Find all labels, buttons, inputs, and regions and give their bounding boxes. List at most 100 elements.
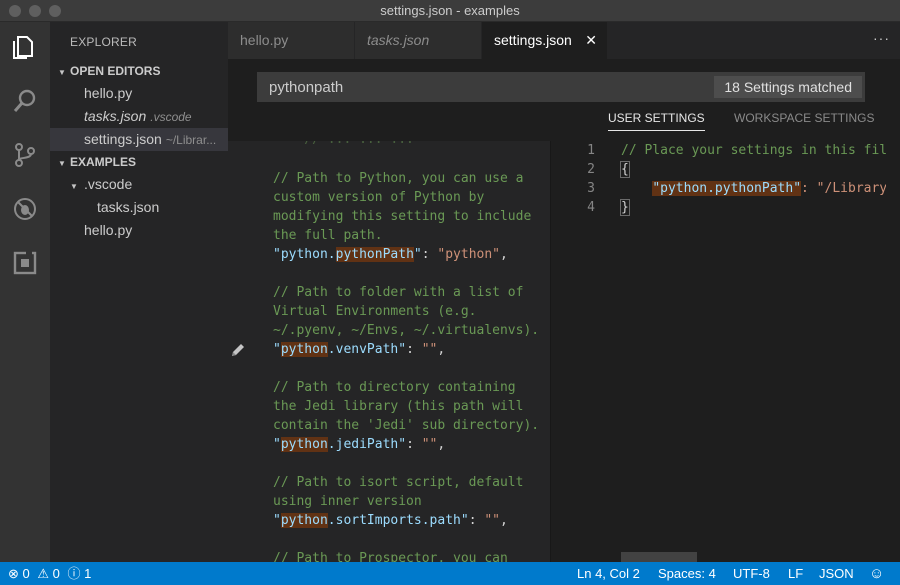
vertical-scrollbar[interactable] xyxy=(886,141,900,562)
folder-name: .vscode xyxy=(84,176,133,192)
close-icon[interactable]: ✕ xyxy=(585,22,597,59)
open-editor-name: tasks.json xyxy=(84,108,147,124)
tab-user-settings[interactable]: USER SETTINGS xyxy=(608,111,705,131)
settings-match-count: 18 Settings matched xyxy=(714,76,862,98)
error-icon: ⊗ xyxy=(8,566,19,581)
comment-line: // Path to isort script, default xyxy=(273,475,524,490)
edit-pencil-icon[interactable] xyxy=(230,342,246,361)
setting-value: "python" xyxy=(437,247,501,262)
comment-line-partial: // Path to Prospector, you can xyxy=(273,551,508,562)
info-count: 1 xyxy=(84,566,92,581)
encoding[interactable]: UTF-8 xyxy=(733,562,770,585)
files-icon[interactable] xyxy=(0,22,50,72)
comment-line: the full path. xyxy=(273,228,383,243)
chevron-down-icon: ▼ xyxy=(70,182,78,191)
brace: } xyxy=(620,199,630,216)
comment-line: // Path to directory containing xyxy=(273,380,516,395)
status-bar: ⊗ 0 ⚠ 0 ⓘ 1 Ln 4, Col 2 Spaces: 4 UTF-8 … xyxy=(0,562,900,585)
language-mode[interactable]: JSON xyxy=(819,562,854,585)
tab-label: tasks.json xyxy=(367,32,430,48)
comment-line: ~/.pyenv, ~/Envs, ~/.virtualenvs). xyxy=(273,323,540,338)
line-number: 4 xyxy=(587,200,595,215)
settings-editor: pythonpath 18 Settings matched USER SETT… xyxy=(228,59,900,562)
explorer-header: EXPLORER xyxy=(70,35,137,49)
setting-python-venvpath[interactable]: "python.venvPath": "", xyxy=(273,340,445,359)
indentation[interactable]: Spaces: 4 xyxy=(658,562,716,585)
setting-key-match: python xyxy=(280,437,328,452)
title-bar: settings.json - examples xyxy=(0,0,900,22)
tab-tasks-json[interactable]: tasks.json xyxy=(355,22,482,59)
setting-key: .sortImports.path xyxy=(327,513,461,528)
setting-python-jedipath[interactable]: "python.jediPath": "", xyxy=(273,435,445,454)
warning-count: 0 xyxy=(52,566,60,581)
tab-settings-json[interactable]: settings.json ✕ xyxy=(482,22,608,59)
warning-icon: ⚠ xyxy=(37,566,50,581)
settings-search-input[interactable]: pythonpath 18 Settings matched xyxy=(257,72,865,102)
open-editor-hello-py[interactable]: hello.py xyxy=(50,82,228,105)
comment-line: using inner version xyxy=(273,494,422,509)
user-settings-pane[interactable]: 1 2 3 4 // Place your settings in this f… xyxy=(550,141,900,562)
user-setting-line: "python.pythonPath": "/Library/Fr xyxy=(621,179,900,198)
window-title: settings.json - examples xyxy=(380,3,520,18)
horizontal-scrollbar[interactable] xyxy=(621,552,697,562)
setting-key-match: python xyxy=(280,513,328,528)
tab-label: hello.py xyxy=(240,32,289,48)
setting-key-match: pythonPath xyxy=(335,247,414,262)
source-control-icon[interactable] xyxy=(0,130,50,180)
tab-hello-py[interactable]: hello.py xyxy=(228,22,355,59)
more-actions-icon[interactable]: ··· xyxy=(873,30,890,46)
file-name: tasks.json xyxy=(97,199,160,215)
debug-icon[interactable] xyxy=(0,184,50,234)
file-hello-py[interactable]: hello.py xyxy=(50,219,228,242)
setting-key: .jediPath xyxy=(327,437,399,452)
examples-section[interactable]: ▼ EXAMPLES xyxy=(50,151,228,173)
error-count: 0 xyxy=(22,566,30,581)
open-editors-label: OPEN EDITORS xyxy=(70,64,161,78)
setting-key: .venvPath xyxy=(327,342,399,357)
line-number: 2 xyxy=(587,162,595,177)
chevron-down-icon: ▼ xyxy=(58,159,66,168)
close-brace: } xyxy=(620,198,630,217)
open-editor-path: .vscode xyxy=(150,110,192,124)
problems-indicator[interactable]: ⊗ 0 ⚠ 0 ⓘ 1 xyxy=(8,562,91,585)
tab-label: settings.json xyxy=(494,32,572,48)
setting-python-sortimports-path[interactable]: "python.sortImports.path": "", xyxy=(273,511,508,530)
line-number: 3 xyxy=(587,181,595,196)
open-editor-name: settings.json xyxy=(84,131,162,147)
comment-line: // Path to folder with a list of xyxy=(273,285,524,300)
user-settings-comment: // Place your settings in this file t xyxy=(621,143,900,158)
file-tasks-json[interactable]: tasks.json xyxy=(50,196,228,219)
open-editor-path: ~/Librar... xyxy=(165,133,217,147)
extensions-icon[interactable] xyxy=(0,238,50,288)
setting-value: "" xyxy=(484,513,500,528)
setting-value: "" xyxy=(421,437,438,452)
search-icon[interactable] xyxy=(0,76,50,126)
setting-python-pythonpath[interactable]: "python.pythonPath": "python", xyxy=(273,245,508,264)
comment-line: contain the 'Jedi' sub directory). xyxy=(273,418,540,433)
open-brace: { xyxy=(620,160,630,179)
search-value: pythonpath xyxy=(269,79,344,96)
activity-bar xyxy=(0,22,50,562)
user-setting-key: "python.pythonPath" xyxy=(652,181,802,196)
open-editors-section[interactable]: ▼ OPEN EDITORS xyxy=(50,60,228,82)
open-editor-tasks-json[interactable]: tasks.json .vscode xyxy=(50,105,228,128)
folder-vscode[interactable]: ▼ .vscode xyxy=(50,173,228,196)
tab-workspace-settings[interactable]: WORKSPACE SETTINGS xyxy=(734,111,874,131)
open-editor-name: hello.py xyxy=(84,85,133,101)
setting-value: "" xyxy=(421,342,438,357)
explorer-sidebar: EXPLORER ▼ OPEN EDITORS hello.py tasks.js… xyxy=(50,22,228,562)
examples-label: EXAMPLES xyxy=(70,155,137,169)
cursor-position[interactable]: Ln 4, Col 2 xyxy=(577,562,640,585)
end-of-line[interactable]: LF xyxy=(788,562,803,585)
editor-tab-bar: hello.py tasks.json settings.json ✕ ··· xyxy=(228,22,900,59)
feedback-smiley-icon[interactable]: ☺ xyxy=(869,562,884,585)
comment-line: custom version of Python by xyxy=(273,190,485,205)
setting-key: python. xyxy=(280,247,336,262)
default-settings-pane[interactable]: // ... ... ... // Path to Python, you ca… xyxy=(228,141,550,562)
info-icon: ⓘ xyxy=(67,566,81,581)
file-name: hello.py xyxy=(84,222,133,238)
comment-line: Virtual Environments (e.g. xyxy=(273,304,477,319)
chevron-down-icon: ▼ xyxy=(58,68,66,77)
open-editor-settings-json[interactable]: settings.json ~/Librar... xyxy=(50,128,228,151)
comment-line: modifying this setting to include xyxy=(273,209,532,224)
